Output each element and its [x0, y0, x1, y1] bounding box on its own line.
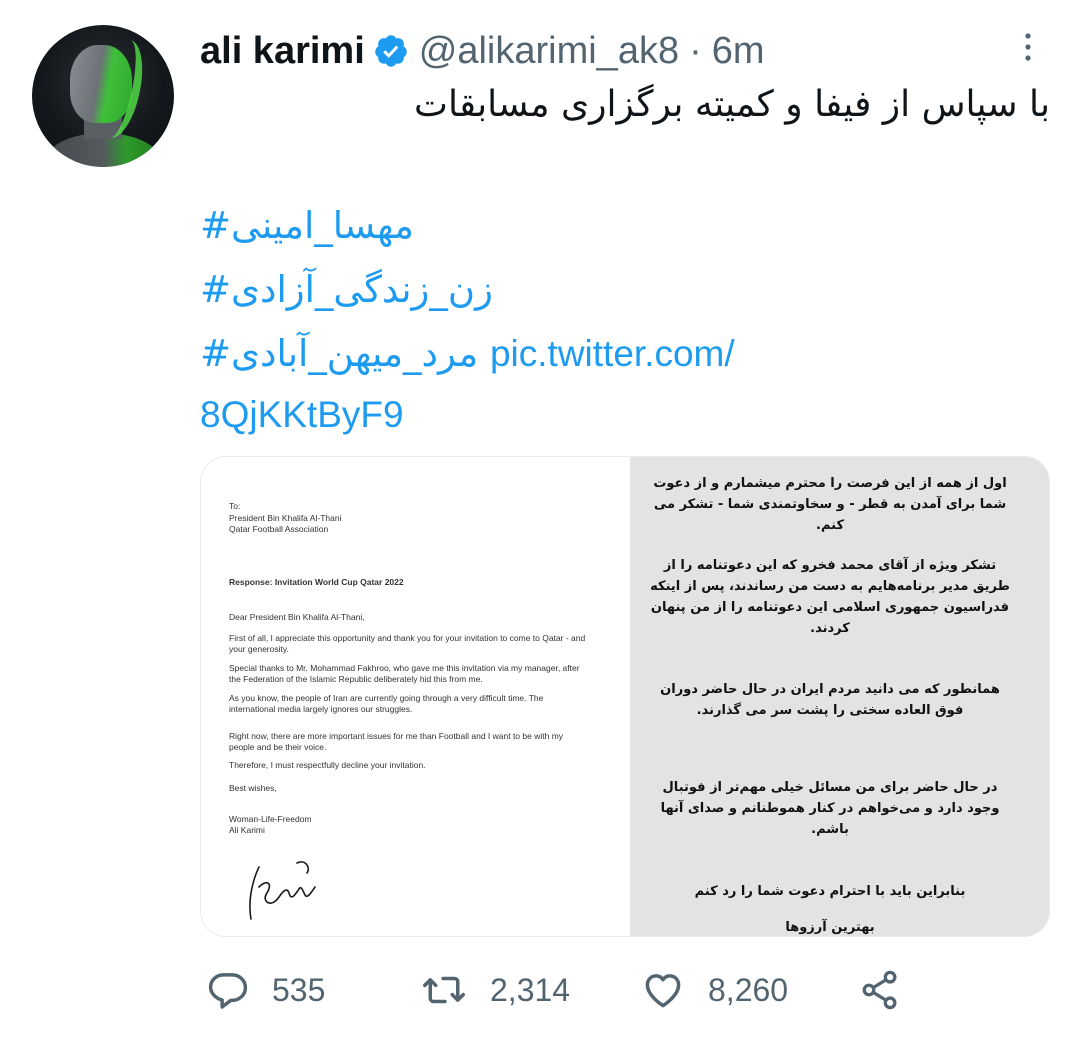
letter-paragraph: Special thanks to Mr. Mohammad Fakhroo, … — [229, 663, 580, 684]
share-icon — [862, 970, 897, 1010]
persian-paragraph: تشکر ویژه از آقای محمد فخرو که این دعوتن… — [650, 558, 1010, 636]
signature-image — [249, 861, 316, 920]
tweet-header: ali karimi @alikarimi_ak8 · 6m — [200, 28, 765, 74]
letter-paragraph: Right now, there are more important issu… — [229, 731, 564, 752]
letter-paragraph: As you know, the people of Iran are curr… — [229, 693, 544, 714]
display-name[interactable]: ali karimi — [200, 30, 365, 73]
letter-subject: Response: Invitation World Cup Qatar 202… — [229, 577, 404, 587]
persian-paragraph: اول از همه از این فرصت را محترم میشمارم … — [653, 476, 1007, 533]
letter-closing: Best wishes, — [229, 783, 277, 793]
letter-image[interactable]: To: President Bin Khalifa Al-Thani Qatar… — [201, 457, 620, 936]
letter-recipient: President Bin Khalifa Al-Thani — [229, 513, 342, 523]
persian-paragraph: همانطور که می دانید مردم ایران در حال حا… — [660, 682, 1000, 718]
tweet-media[interactable]: To: President Bin Khalifa Al-Thani Qatar… — [200, 456, 1050, 937]
timestamp[interactable]: 6m — [712, 30, 765, 73]
letter-signoff: Woman-Life-Freedom — [229, 814, 312, 824]
avatar[interactable] — [32, 25, 174, 167]
like-icon — [645, 974, 681, 1008]
user-handle[interactable]: @alikarimi_ak8 — [419, 30, 679, 73]
reply-button[interactable]: 535 — [206, 968, 325, 1012]
retweet-icon — [423, 976, 465, 1004]
persian-paragraph: بهترین آرزوها — [785, 920, 875, 935]
letter-org: Qatar Football Association — [229, 524, 329, 534]
media-gap — [620, 457, 630, 936]
action-bar: 535 2,314 8,260 — [200, 960, 1050, 1020]
like-count: 8,260 — [708, 971, 789, 1008]
more-options-icon[interactable] — [1018, 30, 1038, 66]
hashtag-link-line: #مرد_میهن_آبادی pic.twitter.com/ — [200, 332, 735, 375]
reply-icon — [208, 973, 248, 1009]
tweet-text: با سپاس از فیفا و کمیته برگزاری مسابقات — [414, 84, 1050, 125]
retweet-button[interactable]: 2,314 — [420, 968, 570, 1012]
like-button[interactable]: 8,260 — [640, 968, 788, 1012]
letter-paragraph: Therefore, I must respectfully decline y… — [229, 760, 426, 770]
share-button[interactable] — [858, 968, 924, 1012]
pic-link-continued[interactable]: 8QjKKtByF9 — [200, 394, 404, 436]
hashtag-link[interactable]: #مهسا_امینی — [200, 204, 414, 247]
letter-signer: Ali Karimi — [229, 825, 265, 835]
separator-dot: · — [689, 29, 702, 72]
pic-link[interactable]: pic.twitter.com/ — [490, 333, 735, 374]
persian-paragraph: بنابراین باید با احترام دعوت شما را رد ک… — [694, 884, 966, 899]
retweet-count: 2,314 — [490, 971, 571, 1008]
letter-to: To: — [229, 501, 241, 511]
persian-paragraph: در حال حاضر برای من مسائل خیلی مهم‌تر از… — [660, 780, 1000, 837]
letter-greeting: Dear President Bin Khalifa Al-Thani, — [229, 612, 365, 622]
hashtag-link[interactable]: #مرد_میهن_آبادی — [200, 332, 478, 375]
persian-letter-image[interactable]: اول از همه از این فرصت را محترم میشمارم … — [630, 457, 1049, 936]
letter-paragraph: First of all, I appreciate this opportun… — [229, 633, 586, 654]
verified-badge-icon — [375, 35, 407, 67]
reply-count: 535 — [272, 971, 326, 1008]
hashtag-link[interactable]: #زن_زندگی_آزادی — [200, 268, 493, 311]
